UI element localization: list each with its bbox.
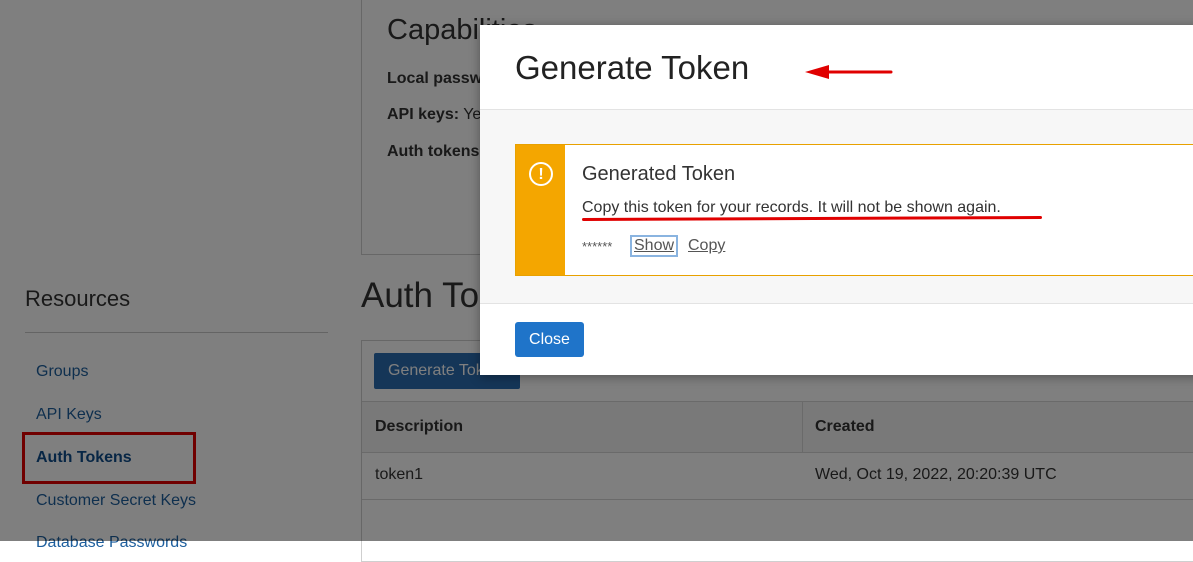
dialog-footer: Close xyxy=(480,303,1193,376)
close-button[interactable]: Close xyxy=(515,322,584,357)
page: Capabilities Local password API keys: Ye… xyxy=(0,0,1193,562)
annotation-underline xyxy=(581,215,1043,222)
dialog-title: Generate Token xyxy=(515,49,750,86)
token-masked-value: ****** xyxy=(582,239,613,254)
alert-title: Generated Token xyxy=(582,163,736,185)
show-token-link[interactable]: Show xyxy=(630,235,679,257)
copy-token-link[interactable]: Copy xyxy=(688,237,725,255)
alert-message: Copy this token for your records. It wil… xyxy=(582,199,1001,216)
annotation-arrow-icon xyxy=(805,65,893,79)
generated-token-alert: ! Generated Token Copy this token for yo… xyxy=(515,144,1193,276)
alert-strip: ! xyxy=(516,145,565,275)
dialog-body: ! Generated Token Copy this token for yo… xyxy=(480,110,1193,303)
exclamation-circle-icon: ! xyxy=(529,162,553,186)
